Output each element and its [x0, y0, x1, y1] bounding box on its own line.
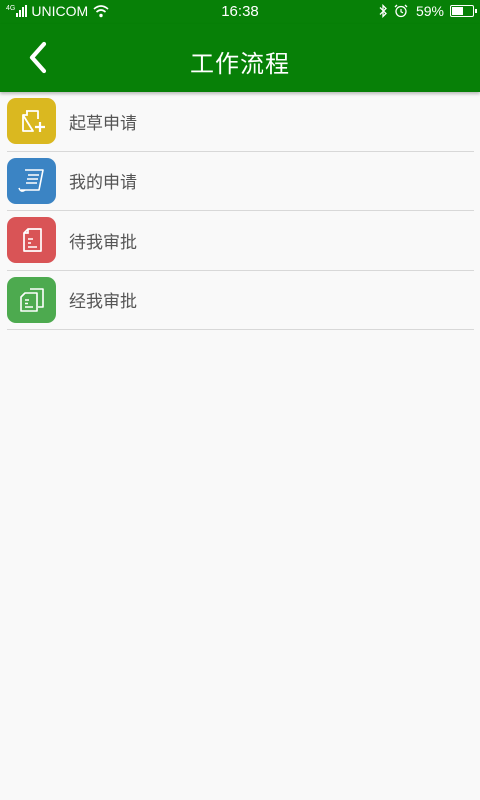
- menu-item-label: 经我审批: [69, 292, 137, 313]
- status-right: 59%: [378, 3, 477, 19]
- workflow-menu: 起草申请 我的申请 待我审批 经我审批: [7, 92, 474, 330]
- documents-icon: [7, 276, 56, 323]
- status-bar: 4G UNICOM 16:38 59%: [0, 0, 480, 24]
- alarm-icon: [394, 4, 408, 18]
- battery-icon: [450, 5, 477, 17]
- menu-item-my-requests[interactable]: 我的申请: [7, 152, 474, 211]
- document-icon: [7, 217, 56, 264]
- menu-item-label: 待我审批: [69, 232, 137, 253]
- menu-item-approved-by-me[interactable]: 经我审批: [7, 271, 474, 330]
- new-document-icon: [7, 98, 56, 145]
- app-bar: 工作流程: [0, 24, 480, 92]
- menu-item-label: 起草申请: [69, 113, 137, 134]
- menu-item-pending-approval[interactable]: 待我审批: [7, 211, 474, 271]
- page-title: 工作流程: [190, 50, 290, 78]
- menu-item-label: 我的申请: [69, 173, 137, 194]
- menu-item-draft-request[interactable]: 起草申请: [7, 92, 474, 152]
- scroll-icon: [7, 157, 56, 204]
- battery-percent: 59%: [415, 3, 444, 19]
- bluetooth-icon: [379, 4, 387, 18]
